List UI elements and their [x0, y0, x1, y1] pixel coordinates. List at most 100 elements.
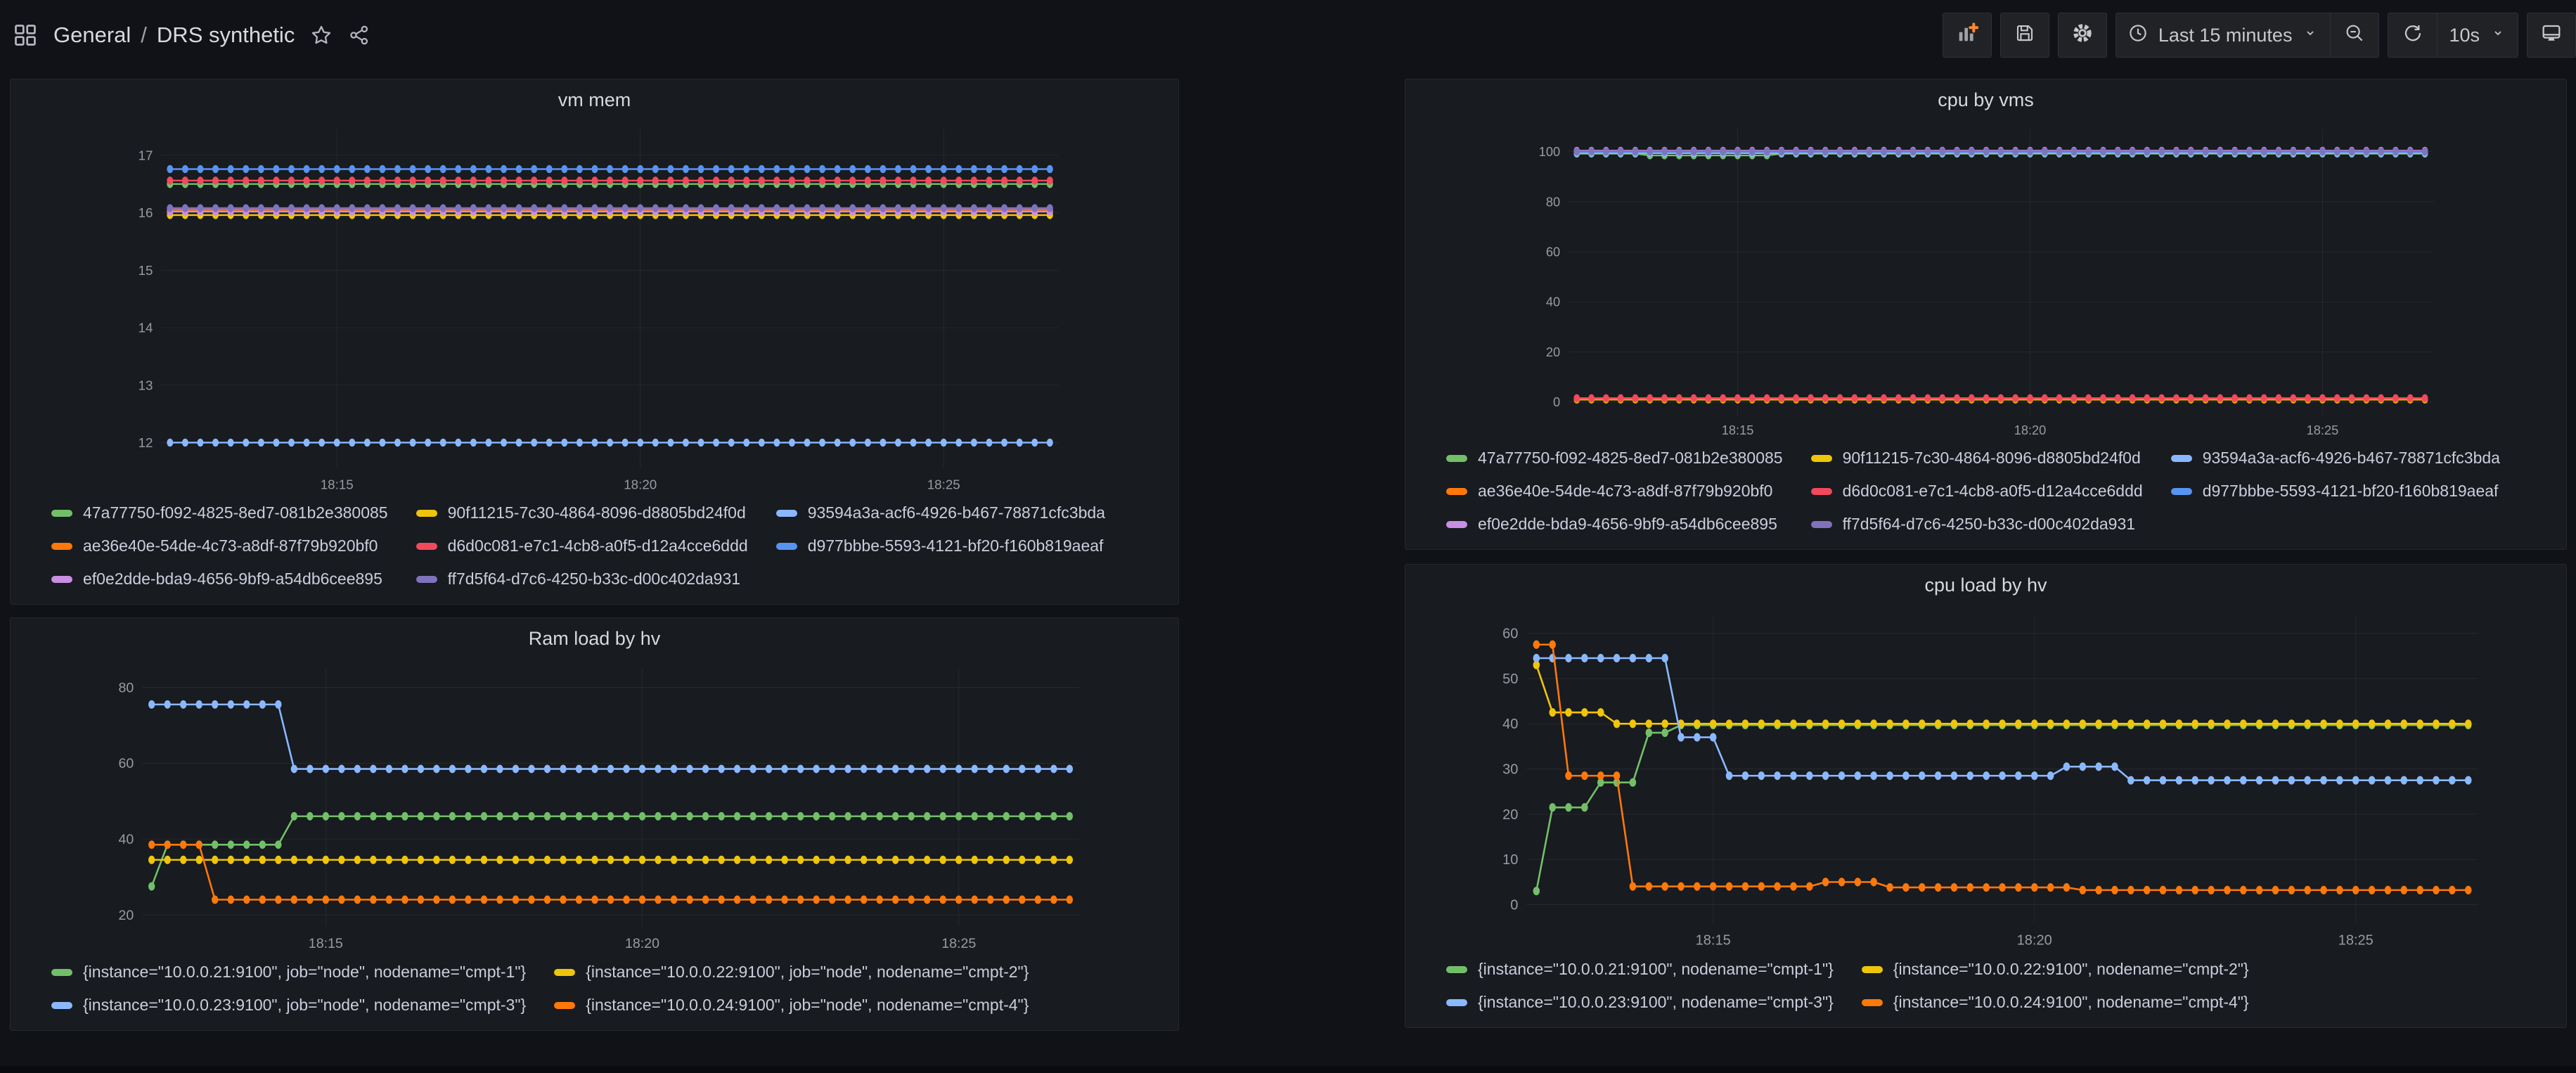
series-line: [1533, 661, 2472, 728]
legend-item[interactable]: {instance="10.0.0.24:9100", job="node", …: [554, 996, 1029, 1015]
x-tick-label: 18:25: [941, 936, 976, 951]
legend-swatch: [1811, 521, 1832, 528]
legend-item[interactable]: ae36e40e-54de-4c73-a8df-87f79b920bf0: [1446, 482, 1783, 501]
y-tick-label: 16: [139, 205, 153, 220]
legend-label: {instance="10.0.0.22:9100", nodename="cm…: [1893, 960, 2249, 979]
series-line: [1533, 721, 2472, 895]
zoom-out-button[interactable]: [2330, 13, 2379, 58]
legend-swatch: [416, 510, 437, 517]
legend-swatch: [51, 510, 72, 517]
y-tick-label: 80: [1546, 194, 1560, 209]
legend-label: ef0e2dde-bda9-4656-9bf9-a54db6cee895: [83, 570, 382, 589]
legend-swatch: [1862, 966, 1883, 973]
save-dashboard-button[interactable]: [2000, 13, 2049, 58]
vm-mem-chart[interactable]: 12131415161718:1518:2018:25: [11, 120, 1178, 501]
legend: {instance="10.0.0.21:9100", job="node", …: [11, 960, 1178, 1030]
x-tick-label: 18:20: [624, 477, 657, 492]
legend: 47a77750-f092-4825-8ed7-081b2e380085 90f1…: [1405, 446, 2566, 549]
panel-cpu-by-vms: cpu by vms 02040608010018:1518:2018:25 4…: [1405, 79, 2567, 550]
y-tick-label: 17: [139, 148, 153, 162]
legend-item[interactable]: d977bbbe-5593-4121-bf20-f160b819aeaf: [776, 536, 1105, 555]
legend-swatch: [1811, 488, 1832, 495]
star-icon[interactable]: [310, 24, 333, 46]
top-nav: General / DRS synthetic: [0, 0, 2576, 70]
legend-item[interactable]: 47a77750-f092-4825-8ed7-081b2e380085: [51, 503, 388, 522]
legend-item[interactable]: 93594a3a-acf6-4926-b467-78871cfc3bda: [2171, 449, 2500, 468]
legend-item[interactable]: ff7d5f64-d7c6-4250-b33c-d00c402da931: [1811, 515, 2143, 534]
panel-title[interactable]: cpu load by hv: [1405, 565, 2566, 605]
y-tick-label: 13: [139, 378, 153, 392]
panel-title[interactable]: Ram load by hv: [11, 618, 1178, 659]
refresh-icon: [2402, 23, 2423, 49]
legend-item[interactable]: d977bbbe-5593-4121-bf20-f160b819aeaf: [2171, 482, 2500, 501]
legend-item[interactable]: 90f11215-7c30-4864-8096-d8805bd24f0d: [1811, 449, 2143, 468]
x-tick-label: 18:15: [1722, 423, 1754, 437]
series-line: [167, 439, 1052, 446]
panel-ram-load-by-hv: Ram load by hv 2040608018:1518:2018:25 {…: [10, 617, 1179, 1031]
dashboard-settings-button[interactable]: [2058, 13, 2107, 58]
x-tick-label: 18:25: [2338, 933, 2374, 949]
add-panel-button[interactable]: [1943, 13, 1992, 58]
legend-item[interactable]: ff7d5f64-d7c6-4250-b33c-d00c402da931: [416, 570, 748, 589]
legend-label: ef0e2dde-bda9-4656-9bf9-a54db6cee895: [1478, 515, 1777, 534]
legend-item[interactable]: ef0e2dde-bda9-4656-9bf9-a54db6cee895: [1446, 515, 1783, 534]
legend-item[interactable]: d6d0c081-e7c1-4cb8-a0f5-d12a4cce6ddd: [1811, 482, 2143, 501]
gear-icon: [2071, 22, 2094, 49]
panel-title[interactable]: cpu by vms: [1405, 79, 2566, 120]
legend-label: d6d0c081-e7c1-4cb8-a0f5-d12a4cce6ddd: [448, 536, 748, 555]
legend-label: d977bbbe-5593-4121-bf20-f160b819aeaf: [808, 536, 1104, 555]
refresh-button[interactable]: [2388, 13, 2437, 58]
legend-swatch: [1862, 999, 1883, 1006]
legend-label: {instance="10.0.0.23:9100", job="node", …: [83, 996, 526, 1015]
y-tick-label: 15: [139, 263, 153, 278]
series-line: [1533, 654, 2472, 785]
toolbar: Last 15 minutes: [1943, 13, 2563, 58]
share-icon[interactable]: [348, 24, 371, 46]
legend-item[interactable]: {instance="10.0.0.24:9100", nodename="cm…: [1862, 993, 2249, 1012]
legend-swatch: [554, 969, 575, 976]
time-range-picker[interactable]: Last 15 minutes: [2115, 13, 2331, 58]
series-line: [148, 856, 1073, 864]
refresh-interval-picker[interactable]: 10s: [2437, 13, 2518, 58]
cpu-by-vms-chart[interactable]: 02040608010018:1518:2018:25: [1405, 120, 2566, 446]
y-tick-label: 10: [1502, 852, 1518, 868]
legend-swatch: [1446, 999, 1467, 1006]
legend: 47a77750-f092-4825-8ed7-081b2e380085 90f1…: [11, 501, 1178, 604]
series-line: [1573, 394, 2428, 402]
series-line: [148, 812, 1073, 891]
breadcrumb-section[interactable]: General: [53, 23, 131, 48]
monitor-icon: [2540, 22, 2563, 49]
legend-item[interactable]: {instance="10.0.0.23:9100", job="node", …: [51, 996, 526, 1015]
legend-swatch: [416, 576, 437, 583]
cycle-view-mode-button[interactable]: [2527, 13, 2576, 58]
legend-item[interactable]: {instance="10.0.0.21:9100", nodename="cm…: [1446, 960, 1834, 979]
legend-item[interactable]: 93594a3a-acf6-4926-b467-78871cfc3bda: [776, 503, 1105, 522]
legend-item[interactable]: 47a77750-f092-4825-8ed7-081b2e380085: [1446, 449, 1783, 468]
legend-item[interactable]: {instance="10.0.0.22:9100", job="node", …: [554, 963, 1029, 982]
legend-label: d6d0c081-e7c1-4cb8-a0f5-d12a4cce6ddd: [1843, 482, 2143, 501]
y-tick-label: 20: [118, 908, 134, 923]
breadcrumb-separator: /: [141, 23, 147, 48]
grid-layout-icon[interactable]: [13, 23, 38, 48]
y-tick-label: 20: [1502, 807, 1518, 823]
ram-load-by-hv-chart[interactable]: 2040608018:1518:2018:25: [11, 659, 1178, 960]
y-tick-label: 12: [139, 435, 153, 450]
legend-item[interactable]: ef0e2dde-bda9-4656-9bf9-a54db6cee895: [51, 570, 388, 589]
x-tick-label: 18:25: [2307, 423, 2339, 437]
save-icon: [2014, 23, 2035, 49]
legend-item[interactable]: {instance="10.0.0.22:9100", nodename="cm…: [1862, 960, 2249, 979]
cpu-load-by-hv-chart[interactable]: 010203040506018:1518:2018:25: [1405, 605, 2566, 957]
y-tick-label: 60: [1546, 245, 1560, 259]
legend: {instance="10.0.0.21:9100", nodename="cm…: [1405, 957, 2566, 1027]
legend-item[interactable]: ae36e40e-54de-4c73-a8df-87f79b920bf0: [51, 536, 388, 555]
panel-add-icon: [1956, 22, 1978, 49]
chevron-down-icon: [2490, 25, 2506, 46]
legend-label: d977bbbe-5593-4121-bf20-f160b819aeaf: [2203, 482, 2499, 501]
breadcrumb-title[interactable]: DRS synthetic: [157, 23, 295, 48]
panel-title[interactable]: vm mem: [11, 79, 1178, 120]
y-tick-label: 0: [1510, 897, 1518, 913]
legend-item[interactable]: d6d0c081-e7c1-4cb8-a0f5-d12a4cce6ddd: [416, 536, 748, 555]
legend-item[interactable]: 90f11215-7c30-4864-8096-d8805bd24f0d: [416, 503, 748, 522]
legend-item[interactable]: {instance="10.0.0.23:9100", nodename="cm…: [1446, 993, 1834, 1012]
legend-item[interactable]: {instance="10.0.0.21:9100", job="node", …: [51, 963, 526, 982]
